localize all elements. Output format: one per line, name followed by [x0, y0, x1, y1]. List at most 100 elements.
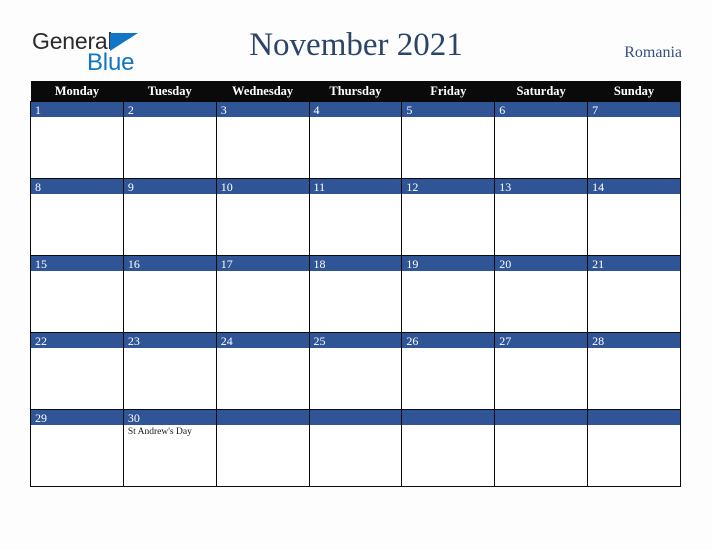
date-number: 10: [220, 180, 233, 194]
calendar-day-cell[interactable]: 22: [30, 332, 124, 410]
country-label: Romania: [624, 44, 682, 61]
calendar-day-cell[interactable]: 23: [122, 332, 217, 410]
date-band: 13: [495, 179, 588, 194]
day-cell-content: 23: [123, 333, 216, 409]
day-cell-content: 8: [31, 179, 123, 255]
day-cell-content: [216, 410, 309, 486]
date-band: 27: [495, 333, 588, 348]
date-band: 23: [123, 333, 216, 348]
day-cell-content: 7: [588, 102, 680, 178]
day-cell-content: 30 St Andrew's Day: [123, 410, 216, 486]
calendar-day-cell[interactable]: 21: [587, 255, 681, 333]
calendar-day-cell[interactable]: 18: [308, 255, 403, 333]
calendar-day-cell[interactable]: [587, 409, 681, 487]
date-band: 2: [123, 102, 216, 117]
calendar-day-cell[interactable]: [494, 409, 589, 487]
calendar-day-cell[interactable]: 27: [494, 332, 589, 410]
date-band: 21: [588, 256, 680, 271]
calendar-body: 1 2 3 4 5 6 7 8 9 10 11 12 13 14 15 16 17 18 19 20 21 22 23 24 2…: [30, 101, 681, 487]
date-number: 23: [127, 334, 140, 348]
calendar-day-cell[interactable]: 25: [308, 332, 403, 410]
date-band: 5: [402, 102, 495, 117]
calendar-day-cell[interactable]: [401, 409, 496, 487]
calendar-day-cell[interactable]: 14: [587, 178, 681, 256]
date-band: 1: [31, 102, 123, 117]
calendar-day-cell[interactable]: 17: [215, 255, 310, 333]
day-cell-content: 25: [309, 333, 402, 409]
event-list: St Andrew's Day: [124, 425, 216, 438]
date-band: 19: [402, 256, 495, 271]
date-band: 9: [123, 179, 216, 194]
calendar-day-cell[interactable]: 30 St Andrew's Day: [122, 409, 217, 487]
weekday-header-row: Monday Tuesday Wednesday Thursday Friday…: [30, 81, 681, 102]
date-number: 25: [313, 334, 326, 348]
day-cell-content: 18: [309, 256, 402, 332]
calendar-day-cell[interactable]: 9: [122, 178, 217, 256]
day-cell-content: 21: [588, 256, 680, 332]
calendar-grid: Monday Tuesday Wednesday Thursday Friday…: [30, 81, 681, 487]
calendar-day-cell[interactable]: 5: [401, 101, 496, 179]
day-cell-content: 28: [588, 333, 680, 409]
date-number: 3: [220, 103, 227, 117]
calendar-day-cell[interactable]: 8: [30, 178, 124, 256]
calendar-week-row: 15 16 17 18 19 20 21: [30, 255, 681, 333]
date-band: 10: [216, 179, 309, 194]
calendar-week-row: 22 23 24 25 26 27 28: [30, 332, 681, 410]
calendar-day-cell[interactable]: 4: [308, 101, 403, 179]
day-cell-content: 13: [495, 179, 588, 255]
date-band: 15: [31, 256, 123, 271]
day-cell-content: 1: [31, 102, 123, 178]
calendar-day-cell[interactable]: 28: [587, 332, 681, 410]
calendar-day-cell[interactable]: 7: [587, 101, 681, 179]
day-cell-content: 29: [31, 410, 123, 486]
day-cell-content: 17: [216, 256, 309, 332]
date-band: 16: [123, 256, 216, 271]
calendar-day-cell[interactable]: 29: [30, 409, 124, 487]
page-title: November 2021: [249, 27, 463, 63]
date-band: 7: [588, 102, 680, 117]
date-band: 20: [495, 256, 588, 271]
holiday-event: St Andrew's Day: [127, 427, 192, 437]
calendar-day-cell[interactable]: [215, 409, 310, 487]
date-number: 1: [35, 103, 41, 117]
calendar-day-cell[interactable]: 2: [122, 101, 217, 179]
calendar-day-cell[interactable]: 19: [401, 255, 496, 333]
day-cell-content: 3: [216, 102, 309, 178]
weekday-header-thursday: Thursday: [309, 81, 402, 102]
calendar-day-cell[interactable]: 13: [494, 178, 589, 256]
date-band: 14: [588, 179, 680, 194]
date-band: [588, 410, 680, 425]
calendar-day-cell[interactable]: 6: [494, 101, 589, 179]
day-cell-content: 9: [123, 179, 216, 255]
date-number: 19: [406, 257, 419, 271]
calendar-day-cell[interactable]: 11: [308, 178, 403, 256]
date-number: 4: [313, 103, 320, 117]
calendar-day-cell[interactable]: 16: [122, 255, 217, 333]
date-band: 18: [309, 256, 402, 271]
calendar-day-cell[interactable]: 3: [215, 101, 310, 179]
date-band: 25: [309, 333, 402, 348]
day-cell-content: 6: [495, 102, 588, 178]
date-number: 13: [499, 180, 512, 194]
calendar-day-cell[interactable]: [308, 409, 403, 487]
calendar-day-cell[interactable]: 26: [401, 332, 496, 410]
day-cell-content: [402, 410, 495, 486]
calendar-day-cell[interactable]: 20: [494, 255, 589, 333]
date-number: 20: [499, 257, 512, 271]
calendar-day-cell[interactable]: 24: [215, 332, 310, 410]
date-band: 22: [31, 333, 123, 348]
weekday-header-tuesday: Tuesday: [123, 81, 217, 102]
date-band: [309, 410, 402, 425]
calendar-day-cell[interactable]: 10: [215, 178, 310, 256]
calendar-day-cell[interactable]: 12: [401, 178, 496, 256]
weekday-header-monday: Monday: [30, 81, 124, 102]
calendar-day-cell[interactable]: 1: [30, 101, 124, 179]
date-number: 12: [406, 180, 419, 194]
day-cell-content: 15: [31, 256, 123, 332]
date-band: 6: [495, 102, 588, 117]
date-band: 26: [402, 333, 495, 348]
date-band: 30: [123, 410, 216, 425]
day-cell-content: 16: [123, 256, 216, 332]
calendar-day-cell[interactable]: 15: [30, 255, 124, 333]
calendar-week-row: 8 9 10 11 12 13 14: [30, 178, 681, 256]
